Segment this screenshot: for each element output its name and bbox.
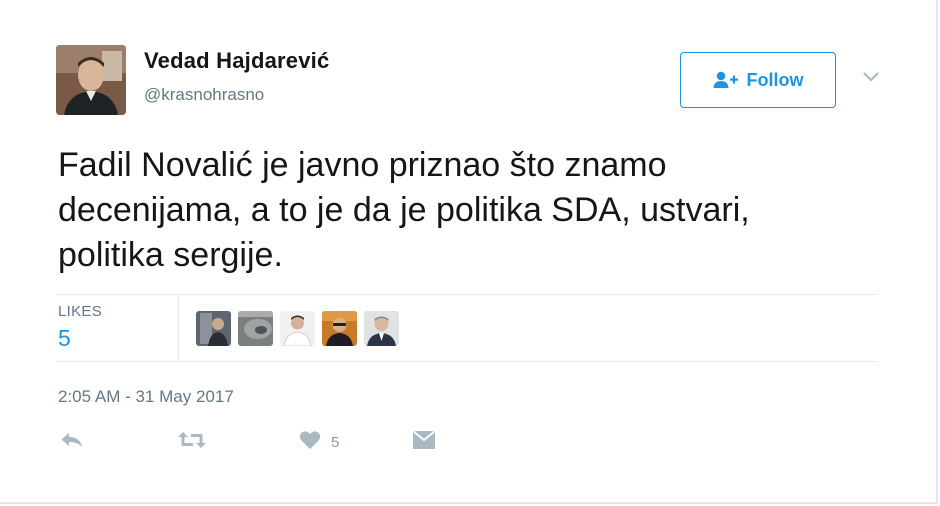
follow-user-icon	[713, 71, 739, 89]
like-count: 5	[331, 433, 340, 451]
stats-divider-top	[56, 294, 878, 295]
stats-divider-bottom	[56, 361, 878, 362]
author-name[interactable]: Vedad Hajdarević	[144, 48, 329, 74]
liker-avatar-3[interactable]	[280, 311, 315, 346]
likes-label[interactable]: LIKES	[58, 303, 102, 320]
like-button[interactable]: 5	[299, 430, 340, 455]
author-handle[interactable]: @krasnohrasno	[144, 85, 264, 105]
retweet-button[interactable]	[177, 431, 207, 453]
liker-avatar-5[interactable]	[364, 311, 399, 346]
likes-count[interactable]: 5	[58, 325, 71, 352]
liker-avatar-1[interactable]	[196, 311, 231, 346]
liker-avatar-4[interactable]	[322, 311, 357, 346]
reply-icon	[60, 431, 84, 454]
follow-label: Follow	[746, 69, 804, 90]
dropdown-caret-icon[interactable]	[862, 70, 880, 84]
tweet-timestamp[interactable]: 2:05 AM - 31 May 2017	[58, 387, 234, 407]
follow-button[interactable]: Follow	[680, 52, 836, 108]
direct-message-button[interactable]	[412, 429, 436, 455]
like-heart-icon	[299, 430, 321, 455]
liker-avatar-2[interactable]	[238, 311, 273, 346]
likers-list	[196, 311, 399, 346]
stats-vertical-divider	[178, 296, 179, 360]
direct-message-icon	[412, 429, 436, 455]
tweet-card: Vedad Hajdarević @krasnohrasno Follow Fa…	[0, 0, 938, 504]
author-avatar[interactable]	[56, 45, 126, 115]
reply-button[interactable]	[60, 431, 84, 453]
retweet-icon	[177, 430, 207, 455]
tweet-text: Fadil Novalić je javno priznao što znamo…	[58, 146, 750, 274]
